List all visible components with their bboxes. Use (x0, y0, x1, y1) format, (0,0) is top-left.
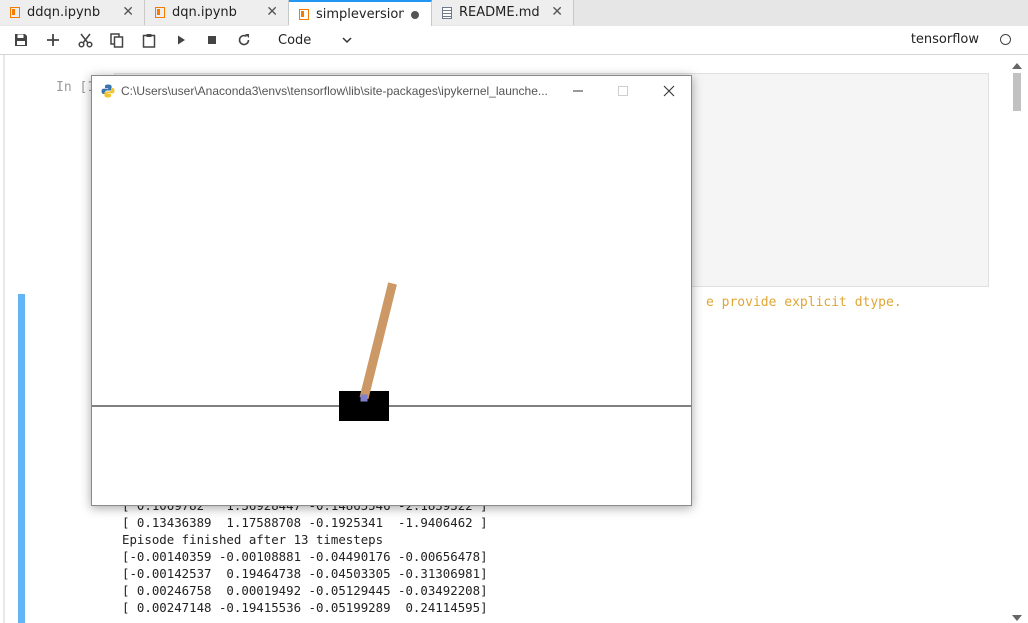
tab-label: README.md (459, 5, 540, 20)
close-button[interactable] (659, 81, 679, 101)
copy-icon (110, 32, 124, 48)
add-cell-button[interactable] (44, 31, 62, 49)
input-prompt: In [1 (56, 80, 96, 95)
pole-axle (360, 394, 368, 402)
notebook-icon (299, 9, 309, 20)
notebook-icon (155, 7, 165, 18)
run-icon (178, 35, 185, 45)
notebook-toolbar: Code tensorflow (0, 26, 1028, 55)
paste-icon (142, 33, 156, 48)
tab-dqn[interactable]: dqn.ipynb ✕ (145, 0, 289, 25)
tab-label: simpleversion.ip (316, 7, 404, 22)
cell-type-value: Code (278, 32, 312, 48)
scroll-down-icon[interactable] (1012, 615, 1022, 621)
tab-label: dqn.ipynb (172, 5, 237, 20)
chevron-down-icon (342, 36, 352, 43)
minimize-button[interactable] (568, 81, 588, 101)
active-cell-indicator[interactable] (18, 294, 25, 623)
minimize-icon (573, 90, 583, 92)
stop-button[interactable] (203, 31, 221, 49)
cell-type-select[interactable]: Code (278, 31, 352, 49)
tab-ddqn[interactable]: ddqn.ipynb ✕ (0, 0, 145, 25)
cut-button[interactable] (76, 31, 94, 49)
save-button[interactable] (12, 31, 30, 49)
stop-icon (208, 36, 216, 44)
close-icon[interactable]: ✕ (551, 4, 563, 20)
tab-label: ddqn.ipynb (27, 5, 101, 20)
add-cell-icon (47, 34, 59, 46)
maximize-icon (618, 86, 628, 96)
maximize-button[interactable] (613, 81, 633, 101)
pole (359, 282, 397, 400)
restart-button[interactable] (235, 31, 253, 49)
copy-button[interactable] (108, 31, 126, 49)
cartpole-canvas (92, 282, 691, 421)
restart-icon (238, 34, 250, 46)
python-icon (101, 84, 115, 98)
run-button[interactable] (172, 31, 190, 49)
window-titlebar[interactable]: C:\Users\user\Anaconda3\envs\tensorflow\… (92, 76, 691, 106)
kernel-name[interactable]: tensorflow (911, 32, 979, 47)
tab-readme[interactable]: README.md ✕ (432, 0, 574, 25)
save-icon (15, 34, 27, 46)
warning-text: e provide explicit dtype. (706, 295, 902, 310)
cut-icon (77, 33, 93, 48)
tab-bar: ddqn.ipynb ✕ dqn.ipynb ✕ simpleversion.i… (0, 0, 1028, 27)
unsaved-dot-icon[interactable] (411, 11, 419, 19)
scroll-up-icon[interactable] (1012, 63, 1022, 69)
paste-button[interactable] (140, 31, 158, 49)
cell-output: [ 0.1069782 1.36928447 -0.14865546 -2.18… (122, 498, 488, 615)
tab-simpleversion[interactable]: simpleversion.ip (289, 0, 432, 27)
markdown-file-icon (442, 6, 452, 19)
notebook-icon (10, 7, 20, 18)
left-rail (3, 55, 5, 623)
close-icon (663, 85, 675, 97)
window-title: C:\Users\user\Anaconda3\envs\tensorflow\… (121, 84, 548, 98)
vertical-scrollbar[interactable] (1011, 63, 1023, 623)
close-icon[interactable]: ✕ (266, 4, 278, 20)
scroll-thumb[interactable] (1013, 73, 1021, 111)
cartpole-render-window[interactable]: C:\Users\user\Anaconda3\envs\tensorflow\… (91, 75, 692, 506)
close-icon[interactable]: ✕ (122, 4, 134, 20)
kernel-status-icon (1000, 34, 1011, 45)
